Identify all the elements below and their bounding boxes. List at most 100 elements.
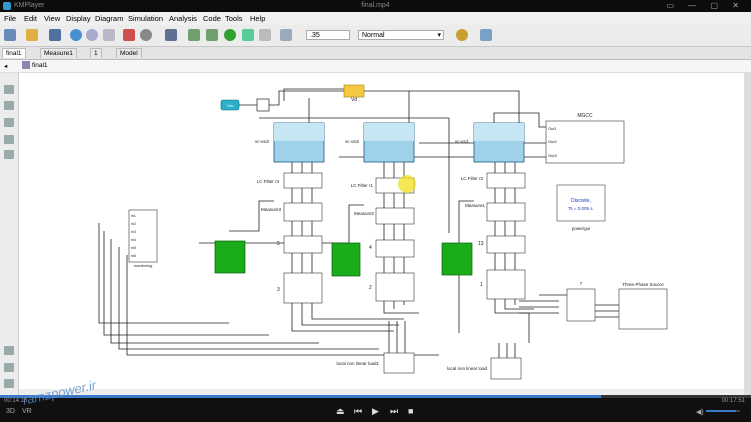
up-icon[interactable] xyxy=(103,29,115,41)
dc-source-block-3[interactable] xyxy=(214,240,246,274)
powergui-label: powergui xyxy=(572,226,590,231)
line-impedance-7[interactable] xyxy=(566,288,596,322)
vd-battery[interactable] xyxy=(343,84,365,98)
zoom-100-icon[interactable] xyxy=(4,118,14,127)
gain-block[interactable] xyxy=(256,98,270,112)
model-advisor-icon[interactable] xyxy=(456,29,468,41)
measure-2[interactable] xyxy=(375,207,415,225)
lc-filter-2[interactable] xyxy=(486,172,526,189)
monitoring-m1: m1 xyxy=(131,214,136,218)
simulation-mode-value: Normal xyxy=(362,32,385,39)
line-number-2: 2 xyxy=(369,285,372,291)
step-back-icon[interactable] xyxy=(188,29,200,41)
vsi-block-1[interactable] xyxy=(473,122,525,163)
load-block-3[interactable] xyxy=(283,272,323,304)
menu-file[interactable]: File xyxy=(4,14,16,23)
load-block-1[interactable] xyxy=(486,269,526,300)
previous-icon[interactable]: ⏮ xyxy=(354,406,362,417)
volume-slider[interactable] xyxy=(706,410,740,412)
next-icon[interactable]: ⏭ xyxy=(390,406,398,417)
measure-3[interactable] xyxy=(283,202,323,222)
vsi-block-3[interactable] xyxy=(273,122,325,163)
simulation-mode-select[interactable]: Normal ▾ xyxy=(358,30,444,40)
measure-1-label: Measure1 xyxy=(465,203,486,208)
mgcc-out2: Out2 xyxy=(548,139,557,144)
scope-icon[interactable] xyxy=(280,29,292,41)
back-icon[interactable] xyxy=(70,29,82,41)
three-phase-source-label: Three-Phase Source xyxy=(622,282,664,287)
vr-icon[interactable]: VR xyxy=(22,408,32,415)
menu-display[interactable]: Display xyxy=(66,14,91,23)
image-icon[interactable] xyxy=(4,150,14,159)
explorer-icon[interactable] xyxy=(4,363,14,372)
menu-diagram[interactable]: Diagram xyxy=(95,14,123,23)
file-name: final.mp4 xyxy=(361,2,390,9)
tab-measure1[interactable]: Measure1 xyxy=(40,48,77,58)
forward-icon[interactable] xyxy=(86,29,98,41)
new-model-icon[interactable] xyxy=(4,29,16,41)
model-tabs: final1 Measure1 1 Model xyxy=(0,47,751,60)
zoom-in-icon[interactable] xyxy=(4,85,14,94)
menu-code[interactable]: Code xyxy=(203,14,221,23)
step-forward-icon[interactable] xyxy=(242,29,254,41)
lc-filter-3[interactable] xyxy=(283,172,323,189)
menu-tools[interactable]: Tools xyxy=(225,14,243,23)
mgcc-out1: Out1 xyxy=(548,126,557,131)
window-controls[interactable]: ▭ — ▢ ✕ xyxy=(667,1,746,10)
local-nonlinear-load-block[interactable] xyxy=(490,357,522,380)
open-folder-icon[interactable] xyxy=(26,29,38,41)
fit-to-view-icon[interactable] xyxy=(4,101,14,110)
grid-view-icon[interactable] xyxy=(480,29,492,41)
mgcc-block[interactable] xyxy=(545,120,625,164)
play-icon[interactable]: ▶ xyxy=(372,406,379,417)
settings-gear-icon[interactable] xyxy=(140,29,152,41)
hide-browser-icon[interactable]: ◂ xyxy=(4,62,7,70)
lc-filter-2-label: LC Filter r2 xyxy=(461,176,484,181)
menu-analysis[interactable]: Analysis xyxy=(169,14,197,23)
stop-icon[interactable] xyxy=(259,29,271,41)
vd-label: Vd xyxy=(351,97,357,103)
save-icon[interactable] xyxy=(49,29,61,41)
load-block-2[interactable] xyxy=(375,272,415,302)
tab-1[interactable]: 1 xyxy=(90,48,102,58)
volume-icon[interactable]: ◀) xyxy=(696,408,704,416)
camera-icon[interactable] xyxy=(4,346,14,355)
collapse-icon[interactable] xyxy=(4,379,14,388)
dc-source-block-1[interactable] xyxy=(441,242,473,276)
vertical-scrollbar[interactable] xyxy=(744,73,751,395)
monitoring-m5: m5 xyxy=(131,246,136,250)
tab-model[interactable]: Model xyxy=(116,48,142,58)
seek-bar[interactable] xyxy=(0,395,751,398)
annotation-icon[interactable] xyxy=(4,135,14,144)
left-tool-strip xyxy=(0,73,19,395)
model-canvas[interactable]: Vdc Vd vc-vsi3 vc-vsi2 vc-vsi1 LC Filter… xyxy=(19,73,744,395)
breadcrumb[interactable]: final1 xyxy=(32,62,48,69)
line-number-1: 1 xyxy=(480,282,483,288)
local-nonlinear-load1-block[interactable] xyxy=(383,352,415,374)
dc-source-block-2[interactable] xyxy=(331,242,361,277)
line-number-7: 7 xyxy=(580,281,583,286)
address-bar: ◂ final1 xyxy=(0,60,751,73)
powergui-line2: Ts = 0.005 s. xyxy=(568,206,594,211)
menu-simulation[interactable]: Simulation xyxy=(128,14,163,23)
menu-view[interactable]: View xyxy=(44,14,60,23)
measure-1[interactable] xyxy=(486,202,526,222)
line-impedance-13[interactable] xyxy=(486,235,526,254)
menu-edit[interactable]: Edit xyxy=(24,14,37,23)
line-impedance-5[interactable] xyxy=(283,235,323,254)
library-browser-icon[interactable] xyxy=(123,29,135,41)
three-phase-source-block[interactable] xyxy=(618,288,668,330)
stop-icon[interactable]: ■ xyxy=(408,406,413,416)
vsi-block-2[interactable] xyxy=(363,122,415,163)
measure-2-label: Measure2 xyxy=(354,211,375,216)
step-icon[interactable] xyxy=(206,29,218,41)
monitoring-m2: m2 xyxy=(131,222,136,226)
stop-time-input[interactable]: .35 xyxy=(306,30,350,40)
3d-icon[interactable]: 3D xyxy=(6,408,15,415)
menu-help[interactable]: Help xyxy=(250,14,265,23)
model-explorer-icon[interactable] xyxy=(165,29,177,41)
eject-icon[interactable]: ⏏ xyxy=(336,406,345,417)
line-impedance-4[interactable] xyxy=(375,239,415,258)
run-icon[interactable] xyxy=(224,29,236,41)
tab-final1[interactable]: final1 xyxy=(2,48,26,58)
